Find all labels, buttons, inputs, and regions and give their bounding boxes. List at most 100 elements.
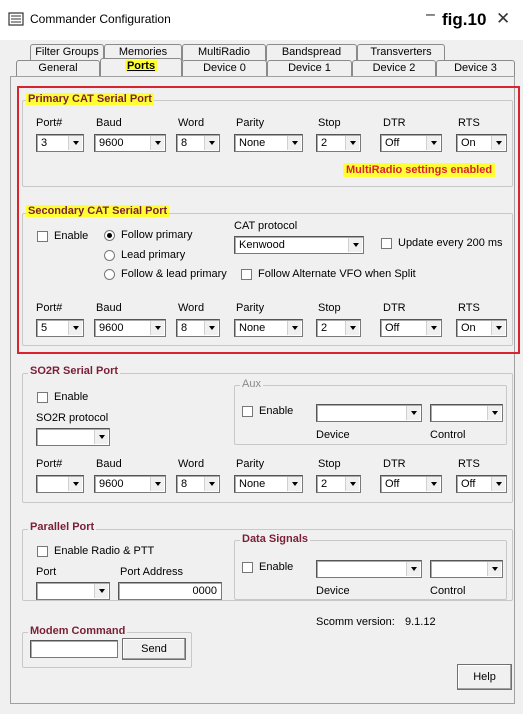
chevron-down-icon[interactable] bbox=[204, 136, 218, 150]
secondary-enable-checkbox[interactable] bbox=[37, 231, 48, 242]
chevron-down-icon[interactable] bbox=[406, 406, 420, 420]
follow-alt-vfo-label: Follow Alternate VFO when Split bbox=[258, 268, 416, 280]
data-signals-enable-label: Enable bbox=[259, 561, 294, 573]
chevron-down-icon[interactable] bbox=[487, 406, 501, 420]
chevron-down-icon[interactable] bbox=[150, 477, 164, 491]
primary-baud-select[interactable]: 9600 bbox=[94, 134, 166, 152]
tab-multiradio[interactable]: MultiRadio bbox=[182, 44, 266, 61]
version-label: Scomm version: bbox=[316, 616, 395, 628]
chevron-down-icon[interactable] bbox=[426, 477, 440, 491]
parallel-enable-checkbox[interactable] bbox=[37, 546, 48, 557]
data-signals-control-select[interactable] bbox=[430, 560, 503, 578]
tab-general[interactable]: General bbox=[16, 60, 100, 77]
primary-word-select[interactable]: 8 bbox=[176, 134, 220, 152]
aux-title: Aux bbox=[240, 378, 263, 390]
chevron-down-icon[interactable] bbox=[150, 136, 164, 150]
chevron-down-icon[interactable] bbox=[68, 136, 82, 150]
chevron-down-icon[interactable] bbox=[204, 321, 218, 335]
chevron-down-icon[interactable] bbox=[348, 238, 362, 252]
title-bar: Commander Configuration – fig.10 ✕ bbox=[0, 0, 523, 40]
secondary-dtr-label: DTR bbox=[383, 302, 406, 314]
chevron-down-icon[interactable] bbox=[345, 321, 359, 335]
secondary-stop-label: Stop bbox=[318, 302, 341, 314]
chevron-down-icon[interactable] bbox=[204, 477, 218, 491]
chevron-down-icon[interactable] bbox=[68, 321, 82, 335]
follow-alt-vfo-checkbox[interactable] bbox=[241, 269, 252, 280]
secondary-port-select[interactable]: 5 bbox=[36, 319, 84, 337]
close-button[interactable]: ✕ bbox=[496, 9, 510, 29]
chevron-down-icon[interactable] bbox=[426, 321, 440, 335]
figure-label: fig.10 bbox=[442, 10, 487, 29]
aux-enable-checkbox[interactable] bbox=[242, 406, 253, 417]
tab-device-2[interactable]: Device 2 bbox=[352, 60, 436, 77]
tab-transverters[interactable]: Transverters bbox=[357, 44, 445, 61]
chevron-down-icon[interactable] bbox=[491, 321, 505, 335]
lead-primary-radio[interactable] bbox=[104, 250, 115, 261]
secondary-parity-select[interactable]: None bbox=[234, 319, 303, 337]
tab-filter-groups[interactable]: Filter Groups bbox=[30, 44, 104, 61]
aux-enable-label: Enable bbox=[259, 405, 294, 417]
data-signals-device-select[interactable] bbox=[316, 560, 422, 578]
chevron-down-icon[interactable] bbox=[94, 584, 108, 598]
so2r-dtr-label: DTR bbox=[383, 458, 406, 470]
parallel-port-select[interactable] bbox=[36, 582, 110, 600]
tab-device-1[interactable]: Device 1 bbox=[267, 60, 352, 77]
primary-parity-select[interactable]: None bbox=[234, 134, 303, 152]
so2r-baud-select[interactable]: 9600 bbox=[94, 475, 166, 493]
so2r-rts-select[interactable]: Off bbox=[456, 475, 507, 493]
parallel-title: Parallel Port bbox=[28, 521, 97, 533]
primary-stop-select[interactable]: 2 bbox=[316, 134, 361, 152]
so2r-word-select[interactable]: 8 bbox=[176, 475, 220, 493]
chevron-down-icon[interactable] bbox=[406, 562, 420, 576]
primary-baud-label: Baud bbox=[96, 117, 122, 129]
chevron-down-icon[interactable] bbox=[150, 321, 164, 335]
chevron-down-icon[interactable] bbox=[94, 430, 108, 444]
tab-ports[interactable]: Ports bbox=[100, 58, 182, 77]
parallel-address-label: Port Address bbox=[120, 566, 183, 578]
chevron-down-icon[interactable] bbox=[345, 136, 359, 150]
so2r-stop-select[interactable]: 2 bbox=[316, 475, 361, 493]
chevron-down-icon[interactable] bbox=[68, 477, 82, 491]
chevron-down-icon[interactable] bbox=[487, 562, 501, 576]
chevron-down-icon[interactable] bbox=[287, 477, 301, 491]
modem-title: Modem Command bbox=[28, 625, 128, 637]
chevron-down-icon[interactable] bbox=[426, 136, 440, 150]
tab-device-3[interactable]: Device 3 bbox=[436, 60, 515, 77]
primary-rts-select[interactable]: On bbox=[456, 134, 507, 152]
cat-protocol-select[interactable]: Kenwood bbox=[234, 236, 364, 254]
send-button[interactable]: Send bbox=[122, 638, 186, 660]
chevron-down-icon[interactable] bbox=[287, 321, 301, 335]
so2r-port-select[interactable] bbox=[36, 475, 84, 493]
parallel-address-input[interactable]: 0000 bbox=[118, 582, 222, 600]
chevron-down-icon[interactable] bbox=[491, 477, 505, 491]
update-200ms-checkbox[interactable] bbox=[381, 238, 392, 249]
chevron-down-icon[interactable] bbox=[345, 477, 359, 491]
primary-port-select[interactable]: 3 bbox=[36, 134, 84, 152]
so2r-dtr-select[interactable]: Off bbox=[380, 475, 442, 493]
modem-command-input[interactable] bbox=[30, 640, 118, 658]
help-button[interactable]: Help bbox=[457, 664, 512, 690]
tab-device-0[interactable]: Device 0 bbox=[182, 60, 267, 77]
so2r-protocol-select[interactable] bbox=[36, 428, 110, 446]
secondary-parity-label: Parity bbox=[236, 302, 265, 314]
minimize-button[interactable]: – bbox=[426, 6, 435, 24]
follow-primary-label: Follow primary bbox=[121, 229, 193, 241]
follow-primary-radio[interactable] bbox=[104, 230, 115, 241]
secondary-dtr-select[interactable]: Off bbox=[380, 319, 442, 337]
primary-dtr-select[interactable]: Off bbox=[380, 134, 442, 152]
chevron-down-icon[interactable] bbox=[287, 136, 301, 150]
secondary-stop-select[interactable]: 2 bbox=[316, 319, 361, 337]
aux-control-select[interactable] bbox=[430, 404, 503, 422]
aux-device-select[interactable] bbox=[316, 404, 422, 422]
secondary-word-select[interactable]: 8 bbox=[176, 319, 220, 337]
tab-bandspread[interactable]: Bandspread bbox=[266, 44, 357, 61]
primary-word-label: Word bbox=[178, 117, 205, 129]
so2r-enable-checkbox[interactable] bbox=[37, 392, 48, 403]
chevron-down-icon[interactable] bbox=[491, 136, 505, 150]
data-signals-enable-checkbox[interactable] bbox=[242, 562, 253, 573]
so2r-parity-select[interactable]: None bbox=[234, 475, 303, 493]
window-title: Commander Configuration bbox=[30, 12, 171, 26]
secondary-rts-select[interactable]: On bbox=[456, 319, 507, 337]
secondary-baud-select[interactable]: 9600 bbox=[94, 319, 166, 337]
follow-lead-primary-radio[interactable] bbox=[104, 269, 115, 280]
